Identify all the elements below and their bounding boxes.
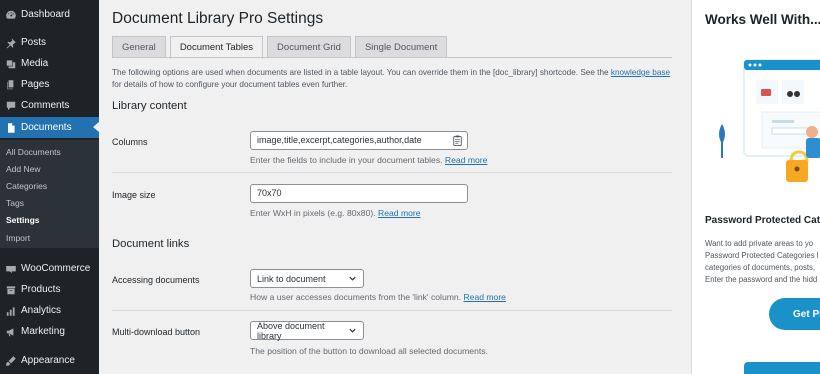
multi-download-label: Multi-download button <box>112 327 201 337</box>
chevron-down-icon <box>348 274 357 283</box>
submenu-item-import[interactable]: Import <box>6 233 30 243</box>
accessing-documents-description-text: How a user accesses documents from the '… <box>250 292 462 302</box>
intro-line-2: for details of how to configure your doc… <box>112 80 348 89</box>
sidebar-item-media[interactable]: Media <box>0 53 99 74</box>
submenu-item-categories[interactable]: Categories <box>6 181 47 191</box>
marketing-icon <box>1 326 21 338</box>
promo-next-card <box>744 362 820 374</box>
sidebar-item-label: Comments <box>21 100 70 111</box>
comments-icon <box>1 100 21 112</box>
columns-description: Enter the fields to include in your docu… <box>250 155 487 165</box>
columns-input-value: image,title,excerpt,categories,author,da… <box>257 135 422 145</box>
sidebar-item-label: Posts <box>21 37 47 48</box>
sidebar-item-label: Analytics <box>21 305 62 316</box>
tab-document-tables[interactable]: Document Tables <box>169 36 264 59</box>
sidebar-item-woocommerce[interactable]: WooCommerce <box>0 258 99 279</box>
tab-general[interactable]: General <box>112 36 166 58</box>
field-divider <box>112 172 672 173</box>
get-plugin-button[interactable]: Get Pl <box>769 298 820 330</box>
submenu-item-add-new[interactable]: Add New <box>6 164 41 174</box>
sidebar-item-label: Dashboard <box>21 9 70 20</box>
sidebar-item-label: Media <box>21 58 49 69</box>
clipboard-icon[interactable] <box>453 135 462 146</box>
field-divider <box>112 310 672 311</box>
sidebar-item-documents[interactable]: Documents <box>0 117 99 138</box>
promo-description-line: Password Protected Categories l <box>705 251 819 260</box>
image-size-input-value: 70x70 <box>257 188 282 198</box>
appearance-icon <box>1 355 21 367</box>
sidebar-item-label: Products <box>21 284 61 295</box>
products-icon <box>1 284 21 296</box>
promo-description-line: Want to add private areas to yo <box>705 239 814 248</box>
columns-input[interactable]: image,title,excerpt,categories,author,da… <box>250 131 468 150</box>
promo-illustration <box>719 59 820 182</box>
accessing-documents-label: Accessing documents <box>112 275 200 285</box>
sidebar-item-label: Pages <box>21 79 50 90</box>
promo-description-line: Enter the password and the hidd <box>705 275 818 284</box>
sidebar-item-appearance[interactable]: Appearance <box>0 350 99 371</box>
tabs-divider <box>112 57 672 58</box>
sidebar-item-analytics[interactable]: Analytics <box>0 300 99 321</box>
multi-download-value: Above document library <box>257 320 325 341</box>
promo-description-line: categories of documents, posts, <box>705 263 816 272</box>
intro-text: The following options are used when docu… <box>112 67 672 91</box>
settings-tabs: General Document Tables Document Grid Si… <box>112 36 451 59</box>
sidebar-item-label: Documents <box>21 122 72 133</box>
admin-sidebar: Dashboard Posts Media Pages Comments Doc… <box>0 0 99 374</box>
promo-heading: Password Protected Cate <box>705 215 820 226</box>
sidebar-item-label: Appearance <box>21 355 75 366</box>
pin-icon <box>1 37 21 49</box>
section-title-library-content: Library content <box>112 100 187 112</box>
settings-main: Document Library Pro Settings General Do… <box>99 0 689 374</box>
accessing-documents-description: How a user accesses documents from the '… <box>250 292 506 302</box>
columns-read-more-link[interactable]: Read more <box>445 155 488 165</box>
image-size-description: Enter WxH in pixels (e.g. 80x80). Read m… <box>250 208 421 218</box>
chevron-down-icon <box>348 326 357 335</box>
sidebar-item-label: WooCommerce <box>21 263 91 274</box>
accessing-documents-select[interactable]: Link to document <box>250 269 364 288</box>
promo-title: Works Well With... <box>705 12 820 27</box>
multi-download-select[interactable]: Above document library <box>250 320 364 341</box>
submenu-item-tags[interactable]: Tags <box>6 198 24 208</box>
sidebar-item-dashboard[interactable]: Dashboard <box>0 4 99 25</box>
image-size-description-text: Enter WxH in pixels (e.g. 80x80). <box>250 208 376 218</box>
sidebar-item-comments[interactable]: Comments <box>0 95 99 116</box>
sidebar-item-pages[interactable]: Pages <box>0 74 99 95</box>
analytics-icon <box>1 305 21 317</box>
sidebar-item-posts[interactable]: Posts <box>0 32 99 53</box>
accessing-documents-read-more-link[interactable]: Read more <box>463 292 506 302</box>
sidebar-item-products[interactable]: Products <box>0 279 99 300</box>
page-title: Document Library Pro Settings <box>112 10 324 27</box>
promo-panel: Works Well With... Password Protected Ca… <box>691 0 820 374</box>
image-size-label: Image size <box>112 190 156 200</box>
media-icon <box>1 58 21 70</box>
sidebar-item-label: Marketing <box>21 326 65 337</box>
pages-icon <box>1 79 21 91</box>
dashboard-icon <box>1 9 21 21</box>
documents-icon <box>1 122 21 134</box>
multi-download-description: The position of the button to download a… <box>250 346 488 356</box>
columns-label: Columns <box>112 137 148 147</box>
documents-submenu: All Documents Add New Categories Tags Se… <box>0 140 99 248</box>
image-size-read-more-link[interactable]: Read more <box>378 208 421 218</box>
intro-line-1: The following options are used when docu… <box>112 68 611 77</box>
submenu-item-all-documents[interactable]: All Documents <box>6 147 61 157</box>
tab-document-grid[interactable]: Document Grid <box>267 36 351 58</box>
accessing-documents-value: Link to document <box>257 273 326 284</box>
image-size-input[interactable]: 70x70 <box>250 184 468 203</box>
tab-single-document[interactable]: Single Document <box>354 36 448 58</box>
sidebar-item-marketing[interactable]: Marketing <box>0 321 99 342</box>
columns-description-text: Enter the fields to include in your docu… <box>250 155 443 165</box>
knowledge-base-link[interactable]: knowledge base <box>611 68 670 77</box>
section-title-document-links: Document links <box>112 238 190 250</box>
woocommerce-icon <box>1 263 21 275</box>
submenu-item-settings[interactable]: Settings <box>6 215 40 225</box>
